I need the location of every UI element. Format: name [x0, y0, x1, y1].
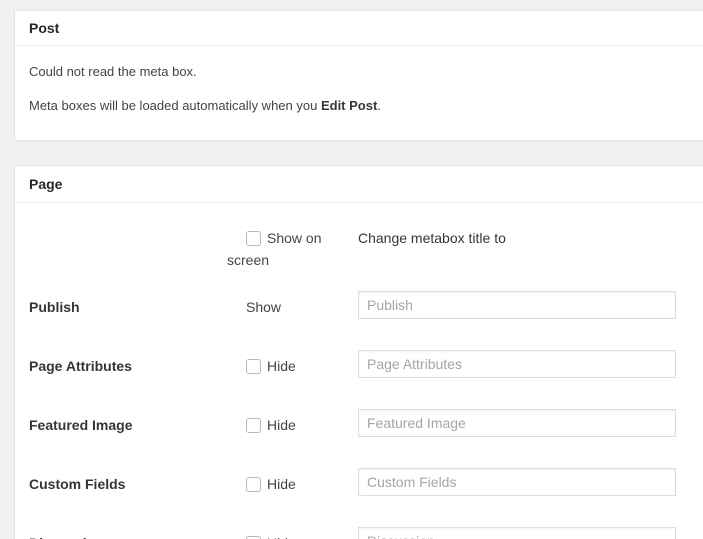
metabox-row-label: Publish [29, 291, 227, 316]
info-text-edit-post: Edit Post [321, 98, 377, 113]
metabox-settings-page: Post Could not read the meta box. Meta b… [0, 0, 703, 539]
metabox-title-input[interactable] [358, 350, 676, 378]
post-panel-body: Could not read the meta box. Meta boxes … [15, 64, 703, 140]
metabox-row-input-cell [358, 291, 703, 319]
metabox-row-control-label: Hide [267, 535, 296, 539]
metabox-row: Custom Fields Hide [29, 468, 703, 527]
metabox-row-input-cell [358, 409, 703, 437]
metabox-row: Publish Show [29, 291, 703, 350]
change-metabox-title-header: Change metabox title to [358, 227, 703, 249]
metabox-row-control-label: Hide [267, 358, 296, 374]
metabox-row: Discussion Hide [29, 527, 703, 539]
metabox-notice-text: Could not read the meta box. [29, 64, 691, 80]
metabox-title-input[interactable] [358, 291, 676, 319]
page-panel-title: Page [15, 166, 703, 203]
metabox-row-control: Hide [227, 350, 358, 377]
metabox-row-input-cell [358, 350, 703, 378]
hide-checkbox[interactable] [246, 359, 261, 374]
show-on-screen-label: Show on screen [227, 230, 321, 268]
hide-checkbox[interactable] [246, 418, 261, 433]
metabox-row-control: Show [227, 291, 358, 318]
table-header-row: Show on screen Change metabox title to [29, 227, 703, 291]
metabox-row-input-cell [358, 527, 703, 539]
metabox-row-input-cell [358, 468, 703, 496]
metabox-title-input[interactable] [358, 409, 676, 437]
metabox-row-control: Hide [227, 527, 358, 539]
metabox-row-control-label: Hide [267, 476, 296, 492]
metabox-row-control: Hide [227, 468, 358, 495]
metabox-row-control-label: Hide [267, 417, 296, 433]
metabox-row: Featured Image Hide [29, 409, 703, 468]
metabox-row-label: Page Attributes [29, 350, 227, 375]
show-on-screen-checkbox[interactable] [246, 231, 261, 246]
metabox-info-text: Meta boxes will be loaded automatically … [29, 98, 691, 114]
show-on-screen-header: Show on screen [227, 227, 358, 271]
metabox-row-control: Hide [227, 409, 358, 436]
metabox-row-label: Custom Fields [29, 468, 227, 493]
info-text-prefix: Meta boxes will be loaded automatically … [29, 98, 321, 113]
header-spacer [29, 227, 227, 234]
metabox-row-control-label: Show [246, 299, 281, 315]
page-metabox-panel: Page Show on screen Change metabox title… [14, 165, 703, 539]
metabox-row: Page Attributes Hide [29, 350, 703, 409]
metabox-row-label: Discussion [29, 527, 227, 539]
metabox-title-input[interactable] [358, 527, 676, 539]
post-metabox-panel: Post Could not read the meta box. Meta b… [14, 10, 703, 141]
metabox-row-label: Featured Image [29, 409, 227, 434]
hide-checkbox[interactable] [246, 477, 261, 492]
post-panel-title: Post [15, 11, 703, 46]
info-text-suffix: . [377, 98, 381, 113]
metabox-title-input[interactable] [358, 468, 676, 496]
metabox-rows: Publish Show Page Attributes Hide Featur… [29, 291, 703, 539]
metabox-settings-table: Show on screen Change metabox title to P… [15, 227, 703, 539]
